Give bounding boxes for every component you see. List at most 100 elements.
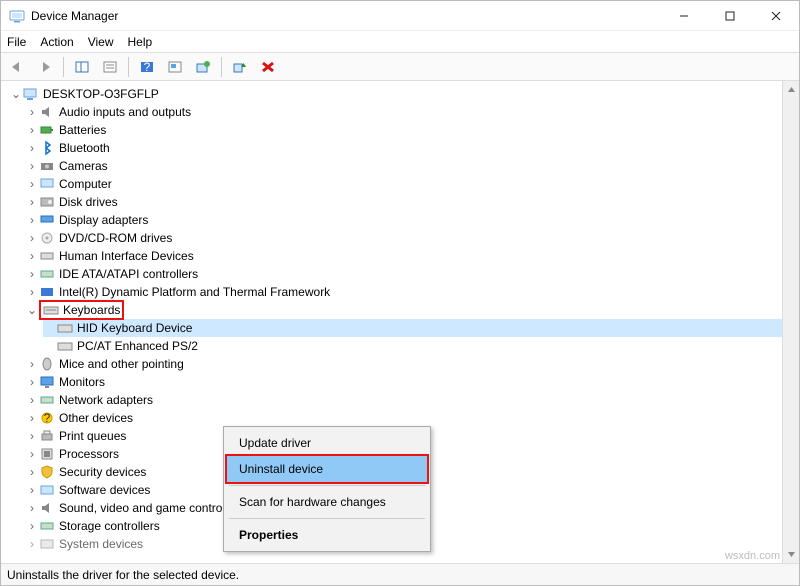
expand-icon[interactable]: › <box>25 123 39 137</box>
tree-item-ide-ata[interactable]: ›IDE ATA/ATAPI controllers <box>25 265 782 283</box>
battery-icon <box>39 122 55 138</box>
show-hide-console-button[interactable] <box>70 56 94 78</box>
ide-icon <box>39 266 55 282</box>
expand-icon[interactable]: › <box>25 195 39 209</box>
menu-file[interactable]: File <box>7 35 26 49</box>
tree-item-hid[interactable]: ›Human Interface Devices <box>25 247 782 265</box>
tree-item-computer[interactable]: ›Computer <box>25 175 782 193</box>
tree-item-ps2-keyboard[interactable]: ·PC/AT Enhanced PS/2 <box>43 337 782 355</box>
tree-item-label: Other devices <box>59 411 133 425</box>
expand-icon[interactable]: › <box>25 357 39 371</box>
help-button[interactable]: ? <box>135 56 159 78</box>
toolbar: ? <box>1 53 799 81</box>
menu-help[interactable]: Help <box>128 35 153 49</box>
back-button[interactable] <box>5 56 29 78</box>
tree-item-audio[interactable]: ›Audio inputs and outputs <box>25 103 782 121</box>
expand-icon[interactable]: › <box>25 105 39 119</box>
tree-item-disk-drives[interactable]: › Disk drives <box>25 193 782 211</box>
tree-item-label: Print queues <box>59 429 126 443</box>
keyboard-icon <box>43 302 59 318</box>
tree-item-label: Disk drives <box>59 195 118 209</box>
tree-item-label: Batteries <box>59 123 106 137</box>
context-uninstall-device[interactable]: Uninstall device <box>227 456 427 482</box>
menu-action[interactable]: Action <box>40 35 73 49</box>
expand-icon[interactable]: › <box>25 213 39 227</box>
processor-icon <box>39 446 55 462</box>
security-icon <box>39 464 55 480</box>
scroll-up-button[interactable] <box>783 81 799 98</box>
expand-icon[interactable]: › <box>25 519 39 533</box>
update-driver-button[interactable] <box>191 56 215 78</box>
expand-icon[interactable]: › <box>25 537 39 551</box>
minimize-button[interactable] <box>661 1 707 31</box>
expand-icon[interactable]: › <box>25 429 39 443</box>
context-update-driver[interactable]: Update driver <box>227 430 427 456</box>
toolbar-separator <box>63 57 64 77</box>
device-manager-window: Device Manager File Action View Help ? ⌄ <box>0 0 800 586</box>
menubar: File Action View Help <box>1 31 799 53</box>
tree-item-bluetooth[interactable]: › Bluetooth <box>25 139 782 157</box>
tree-item-monitors[interactable]: › Monitors <box>25 373 782 391</box>
tree-root[interactable]: ⌄ DESKTOP-O3FGFLP <box>9 85 782 103</box>
tree-item-label: Security devices <box>59 465 146 479</box>
tree-item-network[interactable]: ›Network adapters <box>25 391 782 409</box>
tree-item-label: HID Keyboard Device <box>77 321 192 335</box>
tree-item-label: Monitors <box>59 375 105 389</box>
scroll-down-button[interactable] <box>783 546 799 563</box>
context-properties[interactable]: Properties <box>227 522 427 548</box>
properties-button[interactable] <box>98 56 122 78</box>
collapse-icon[interactable]: ⌄ <box>25 303 39 317</box>
tree-item-label: Processors <box>59 447 119 461</box>
maximize-button[interactable] <box>707 1 753 31</box>
keyboard-icon <box>57 320 73 336</box>
tree-item-cameras[interactable]: ›Cameras <box>25 157 782 175</box>
expand-icon[interactable]: › <box>25 267 39 281</box>
expand-icon[interactable]: › <box>25 141 39 155</box>
expand-icon[interactable]: › <box>25 393 39 407</box>
tree-item-batteries[interactable]: › Batteries <box>25 121 782 139</box>
tree-item-intel-dptf[interactable]: › Intel(R) Dynamic Platform and Thermal F… <box>25 283 782 301</box>
close-button[interactable] <box>753 1 799 31</box>
expand-icon[interactable]: › <box>25 483 39 497</box>
tree-item-keyboards[interactable]: ⌄ Keyboards <box>25 301 782 319</box>
app-icon <box>9 8 25 24</box>
expand-icon[interactable]: › <box>25 249 39 263</box>
expand-icon[interactable]: › <box>25 177 39 191</box>
highlight-box: Keyboards <box>39 300 124 320</box>
context-scan-hardware[interactable]: Scan for hardware changes <box>227 489 427 515</box>
tree-item-hid-keyboard[interactable]: ·HID Keyboard Device <box>43 319 782 337</box>
tree-item-other[interactable]: ›? Other devices <box>25 409 782 427</box>
toolbar-separator <box>221 57 222 77</box>
speaker-icon <box>39 104 55 120</box>
context-item-label: Update driver <box>239 436 311 450</box>
tree-item-label: Keyboards <box>63 303 120 317</box>
forward-button[interactable] <box>33 56 57 78</box>
tree-item-label: DVD/CD-ROM drives <box>59 231 172 245</box>
statusbar: Uninstalls the driver for the selected d… <box>1 563 799 585</box>
svg-text:?: ? <box>44 411 51 425</box>
tree-root-label: DESKTOP-O3FGFLP <box>43 87 159 101</box>
tree-item-label: Bluetooth <box>59 141 110 155</box>
uninstall-device-button[interactable] <box>256 56 280 78</box>
expand-icon[interactable]: › <box>25 447 39 461</box>
expand-icon[interactable]: › <box>25 411 39 425</box>
expand-icon[interactable]: › <box>25 375 39 389</box>
tree-item-label: Intel(R) Dynamic Platform and Thermal Fr… <box>59 285 330 299</box>
device-tree[interactable]: ⌄ DESKTOP-O3FGFLP ›Audio inputs and outp… <box>1 81 782 563</box>
vertical-scrollbar[interactable] <box>782 81 799 563</box>
expand-icon[interactable]: › <box>25 231 39 245</box>
tree-item-mice[interactable]: ›Mice and other pointing <box>25 355 782 373</box>
enable-device-button[interactable] <box>228 56 252 78</box>
scan-hardware-button[interactable] <box>163 56 187 78</box>
scroll-track[interactable] <box>783 98 799 546</box>
menu-view[interactable]: View <box>88 35 114 49</box>
tree-item-dvd-cd[interactable]: › DVD/CD-ROM drives <box>25 229 782 247</box>
expand-icon[interactable]: › <box>25 159 39 173</box>
expand-icon[interactable]: › <box>25 501 39 515</box>
expand-icon[interactable]: › <box>25 285 39 299</box>
collapse-icon[interactable]: ⌄ <box>9 87 23 101</box>
context-separator <box>229 518 425 519</box>
expand-icon[interactable]: › <box>25 465 39 479</box>
tree-item-display-adapters[interactable]: ›Display adapters <box>25 211 782 229</box>
network-icon <box>39 392 55 408</box>
